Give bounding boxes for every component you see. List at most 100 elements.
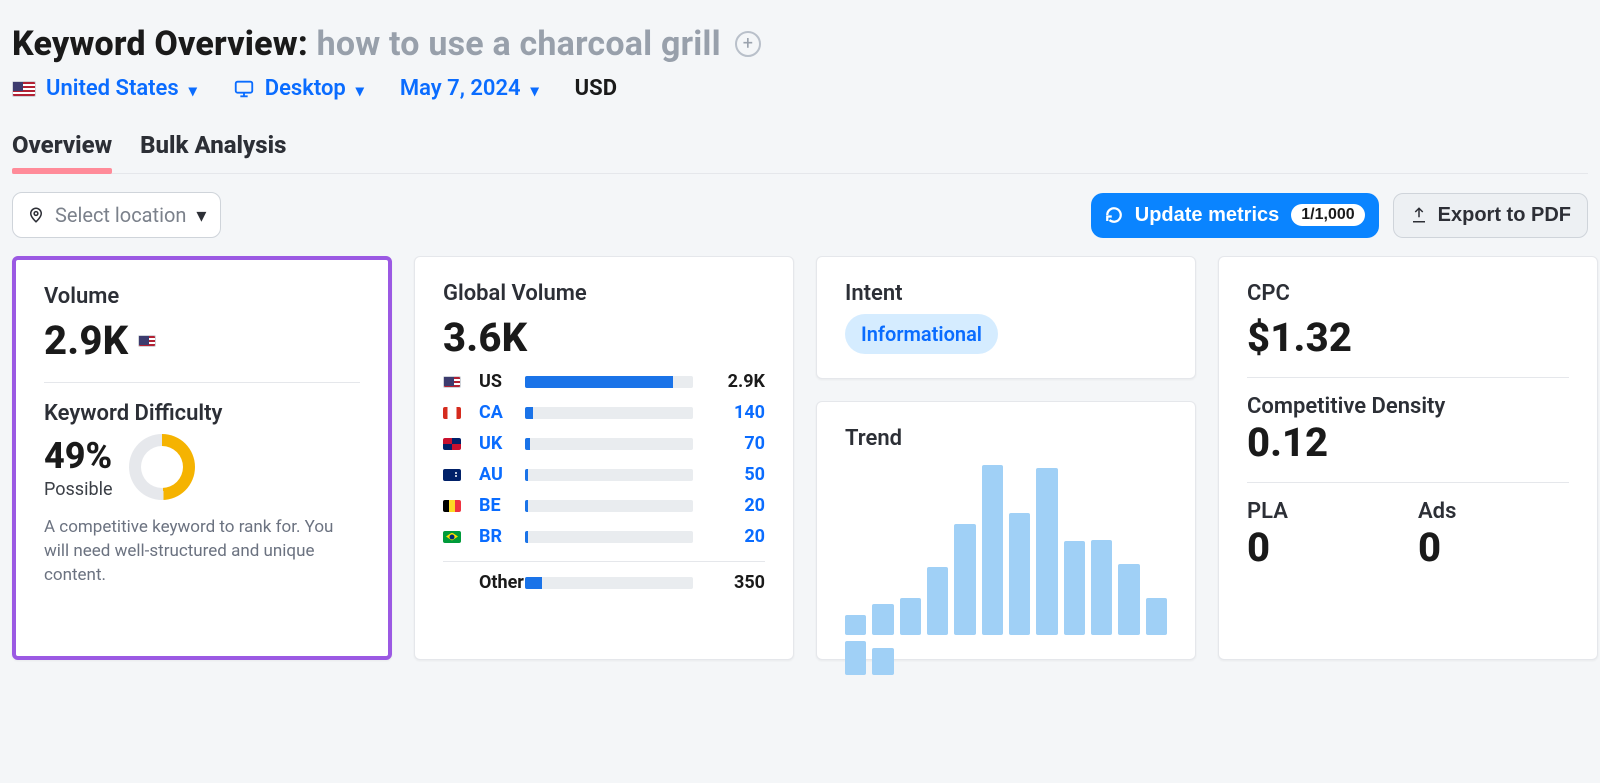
trend-bar bbox=[927, 567, 948, 635]
uk-flag-icon bbox=[443, 438, 461, 450]
intent-card: Intent Informational bbox=[816, 256, 1196, 379]
us-flag-icon bbox=[12, 81, 36, 97]
tab-overview[interactable]: Overview bbox=[12, 119, 112, 173]
date-filter[interactable]: May 7, 2024 ▾ bbox=[400, 76, 539, 101]
us-flag-icon bbox=[443, 376, 461, 388]
refresh-icon bbox=[1105, 206, 1123, 224]
volume-value: 2.9K bbox=[44, 317, 128, 364]
gv-country-code: AU bbox=[479, 464, 513, 485]
gv-value: 2.9K bbox=[705, 371, 765, 392]
trend-bar bbox=[1009, 513, 1030, 635]
update-metrics-button[interactable]: Update metrics 1/1,000 bbox=[1091, 193, 1379, 238]
gv-bar bbox=[525, 500, 693, 512]
gv-bar bbox=[525, 407, 693, 419]
tabs: Overview Bulk Analysis bbox=[12, 119, 1588, 174]
trend-bar bbox=[872, 604, 893, 635]
location-select[interactable]: Select location ▾ bbox=[12, 192, 221, 238]
gv-other-label: Other bbox=[479, 572, 513, 593]
trend-label: Trend bbox=[845, 426, 1167, 451]
gv-bar bbox=[525, 376, 693, 388]
volume-card: Volume 2.9K Keyword Difficulty 49% Possi… bbox=[12, 256, 392, 660]
gv-country-code: US bbox=[479, 371, 513, 392]
update-metrics-count: 1/1,000 bbox=[1291, 204, 1364, 226]
gv-country-code: UK bbox=[479, 433, 513, 454]
country-filter[interactable]: United States ▾ bbox=[12, 76, 197, 101]
update-metrics-label: Update metrics bbox=[1135, 204, 1280, 227]
chevron-down-icon: ▾ bbox=[189, 81, 197, 100]
gv-row[interactable]: US 2.9K bbox=[443, 371, 765, 392]
gv-row[interactable]: UK 70 bbox=[443, 433, 765, 454]
trend-bar bbox=[845, 641, 866, 675]
country-filter-label: United States bbox=[46, 76, 179, 101]
trend-bar bbox=[845, 615, 866, 635]
chevron-down-icon: ▾ bbox=[531, 81, 539, 100]
competitive-label: Competitive Density bbox=[1247, 394, 1569, 419]
gv-value: 140 bbox=[705, 402, 765, 423]
keyword-value: how to use a charcoal grill bbox=[317, 24, 721, 64]
gv-bar bbox=[525, 438, 693, 450]
gv-row[interactable]: BE 20 bbox=[443, 495, 765, 516]
intent-badge: Informational bbox=[845, 314, 998, 354]
cpc-label: CPC bbox=[1247, 281, 1569, 306]
br-flag-icon bbox=[443, 531, 461, 543]
gv-country-code: CA bbox=[479, 402, 513, 423]
competitive-value: 0.12 bbox=[1247, 419, 1569, 466]
trend-bar bbox=[1091, 540, 1112, 635]
tab-bulk-analysis[interactable]: Bulk Analysis bbox=[140, 119, 286, 173]
device-filter[interactable]: Desktop ▾ bbox=[233, 76, 364, 101]
trend-bar bbox=[982, 465, 1003, 635]
gv-value: 20 bbox=[705, 526, 765, 547]
ca-flag-icon bbox=[443, 407, 461, 419]
gv-value: 70 bbox=[705, 433, 765, 454]
chevron-down-icon: ▾ bbox=[356, 81, 364, 100]
trend-bar bbox=[872, 648, 893, 675]
us-flag-icon bbox=[138, 335, 156, 347]
kd-description: A competitive keyword to rank for. You w… bbox=[44, 516, 360, 587]
export-pdf-button[interactable]: Export to PDF bbox=[1393, 193, 1588, 238]
export-pdf-label: Export to PDF bbox=[1438, 204, 1571, 227]
global-volume-label: Global Volume bbox=[443, 281, 765, 306]
gv-bar bbox=[525, 469, 693, 481]
global-volume-total: 3.6K bbox=[443, 314, 765, 361]
cpc-value: $1.32 bbox=[1247, 314, 1569, 361]
trend-card: Trend bbox=[816, 401, 1196, 660]
ads-label: Ads bbox=[1418, 499, 1569, 524]
gv-row[interactable]: AU 50 bbox=[443, 464, 765, 485]
gv-other-value: 350 bbox=[705, 572, 765, 593]
pla-value: 0 bbox=[1247, 524, 1398, 571]
chevron-down-icon: ▾ bbox=[196, 203, 206, 227]
trend-bar bbox=[1146, 598, 1167, 635]
currency-label: USD bbox=[575, 76, 617, 101]
trend-bar bbox=[1064, 541, 1085, 635]
kd-subtitle: Possible bbox=[44, 479, 113, 500]
gv-other-bar bbox=[525, 577, 693, 589]
intent-label: Intent bbox=[845, 281, 1167, 306]
kd-ring-icon bbox=[129, 434, 195, 500]
kd-label: Keyword Difficulty bbox=[44, 401, 360, 426]
gv-bar bbox=[525, 531, 693, 543]
gv-value: 50 bbox=[705, 464, 765, 485]
gv-value: 20 bbox=[705, 495, 765, 516]
pla-label: PLA bbox=[1247, 499, 1398, 524]
gv-country-code: BE bbox=[479, 495, 513, 516]
trend-bar bbox=[1118, 564, 1139, 635]
export-icon bbox=[1410, 206, 1428, 224]
trend-bar bbox=[1036, 468, 1057, 635]
cpc-card: CPC $1.32 Competitive Density 0.12 PLA 0… bbox=[1218, 256, 1598, 660]
kd-percent: 49% bbox=[44, 435, 113, 477]
volume-label: Volume bbox=[44, 284, 360, 309]
trend-bar bbox=[900, 598, 921, 635]
gv-row[interactable]: CA 140 bbox=[443, 402, 765, 423]
location-placeholder: Select location bbox=[55, 203, 186, 227]
be-flag-icon bbox=[443, 500, 461, 512]
date-filter-label: May 7, 2024 bbox=[400, 76, 521, 101]
pin-icon bbox=[27, 206, 45, 224]
add-keyword-button[interactable]: + bbox=[735, 31, 761, 57]
trend-bar bbox=[954, 524, 975, 635]
ads-value: 0 bbox=[1418, 524, 1569, 571]
au-flag-icon bbox=[443, 469, 461, 481]
global-volume-card: Global Volume 3.6K US 2.9K CA 140 UK 70 AU 50 BE… bbox=[414, 256, 794, 660]
desktop-icon bbox=[233, 78, 255, 100]
gv-row[interactable]: BR20 bbox=[443, 526, 765, 547]
device-filter-label: Desktop bbox=[265, 76, 346, 101]
